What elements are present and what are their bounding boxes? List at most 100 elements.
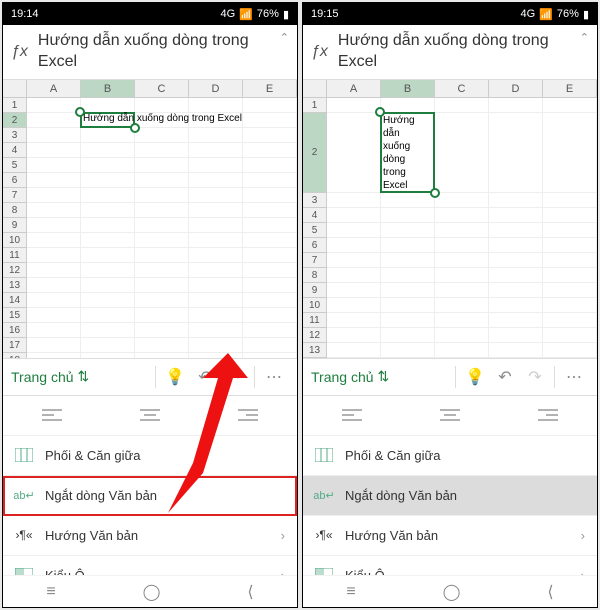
cell[interactable] — [81, 158, 135, 173]
cell[interactable] — [435, 113, 489, 193]
text-direction-button[interactable]: ›¶« Hướng Văn bản › — [3, 516, 297, 556]
cell[interactable] — [543, 208, 597, 223]
cell[interactable] — [543, 98, 597, 113]
cell[interactable] — [135, 188, 189, 203]
cell[interactable] — [135, 323, 189, 338]
cell[interactable] — [381, 238, 435, 253]
cell[interactable] — [243, 338, 297, 353]
row-header[interactable]: 10 — [3, 233, 27, 248]
cell[interactable] — [543, 343, 597, 358]
cell[interactable] — [243, 173, 297, 188]
cell[interactable] — [381, 343, 435, 358]
cell[interactable] — [489, 193, 543, 208]
cell[interactable] — [81, 353, 135, 358]
nav-recent-icon[interactable]: ≡ — [346, 583, 355, 601]
cell[interactable] — [27, 233, 81, 248]
cell[interactable] — [27, 338, 81, 353]
cell[interactable] — [189, 233, 243, 248]
column-header[interactable]: C — [435, 80, 489, 98]
cell[interactable] — [435, 268, 489, 283]
row-header[interactable]: 4 — [303, 208, 327, 223]
cell[interactable] — [243, 218, 297, 233]
lightbulb-icon[interactable]: 💡 — [160, 367, 190, 387]
cell[interactable] — [189, 323, 243, 338]
nav-home-icon[interactable]: ◯ — [443, 582, 461, 602]
merge-center-button[interactable]: Phối & Căn giữa — [303, 436, 597, 476]
cell[interactable] — [81, 128, 135, 143]
cell[interactable] — [327, 343, 381, 358]
cell[interactable] — [381, 283, 435, 298]
cell[interactable] — [435, 223, 489, 238]
cell[interactable] — [27, 293, 81, 308]
cell[interactable] — [327, 208, 381, 223]
align-left-button[interactable] — [303, 396, 401, 435]
cell[interactable] — [189, 143, 243, 158]
cell[interactable] — [135, 248, 189, 263]
cell[interactable] — [243, 278, 297, 293]
cell[interactable] — [381, 328, 435, 343]
cell[interactable] — [27, 113, 81, 128]
cell[interactable] — [543, 223, 597, 238]
cell[interactable] — [81, 248, 135, 263]
cell[interactable] — [81, 293, 135, 308]
cell[interactable] — [27, 308, 81, 323]
cell[interactable] — [327, 283, 381, 298]
row-header[interactable]: 1 — [3, 98, 27, 113]
cell[interactable] — [327, 238, 381, 253]
row-header[interactable]: 11 — [3, 248, 27, 263]
cell[interactable] — [189, 203, 243, 218]
formula-text[interactable]: Hướng dẫn xuống dòng trong Excel — [338, 31, 570, 73]
cell[interactable] — [489, 253, 543, 268]
cell[interactable] — [135, 278, 189, 293]
row-header[interactable]: 12 — [3, 263, 27, 278]
cell[interactable] — [243, 323, 297, 338]
row-header[interactable]: 11 — [303, 313, 327, 328]
cell[interactable] — [381, 223, 435, 238]
cell[interactable] — [543, 268, 597, 283]
nav-back-icon[interactable]: ⟨ — [547, 582, 553, 602]
more-icon[interactable]: ⋯ — [559, 367, 589, 387]
cell[interactable] — [243, 203, 297, 218]
row-header[interactable]: 13 — [303, 343, 327, 358]
cell[interactable] — [135, 158, 189, 173]
formula-bar[interactable]: ƒx Hướng dẫn xuống dòng trong Excel ⌃ — [303, 25, 597, 80]
cell[interactable] — [489, 268, 543, 283]
row-header[interactable]: 1 — [303, 98, 327, 113]
cell[interactable] — [81, 323, 135, 338]
align-center-button[interactable] — [101, 396, 199, 435]
cell[interactable] — [489, 238, 543, 253]
row-header[interactable]: 9 — [3, 218, 27, 233]
row-header[interactable]: 17 — [3, 338, 27, 353]
cell[interactable] — [243, 233, 297, 248]
cell[interactable] — [189, 158, 243, 173]
cell[interactable] — [243, 98, 297, 113]
grid[interactable] — [27, 98, 297, 358]
row-header[interactable]: 5 — [3, 158, 27, 173]
cell[interactable] — [435, 313, 489, 328]
cell[interactable] — [189, 263, 243, 278]
row-header[interactable]: 6 — [303, 238, 327, 253]
cell[interactable] — [243, 308, 297, 323]
lightbulb-icon[interactable]: 💡 — [460, 367, 490, 387]
cell[interactable] — [27, 323, 81, 338]
cell[interactable] — [435, 238, 489, 253]
row-header[interactable]: 15 — [3, 308, 27, 323]
align-left-button[interactable] — [3, 396, 101, 435]
row-header[interactable]: 12 — [303, 328, 327, 343]
row-header[interactable]: 7 — [3, 188, 27, 203]
row-header[interactable]: 3 — [303, 193, 327, 208]
cell[interactable] — [489, 283, 543, 298]
column-header[interactable]: E — [243, 80, 297, 98]
cell[interactable] — [81, 188, 135, 203]
cell[interactable] — [27, 203, 81, 218]
cell[interactable] — [135, 308, 189, 323]
cell[interactable] — [27, 128, 81, 143]
cell[interactable] — [543, 313, 597, 328]
cell[interactable] — [381, 268, 435, 283]
cell[interactable] — [135, 263, 189, 278]
cell[interactable] — [189, 308, 243, 323]
cell[interactable] — [189, 98, 243, 113]
cell[interactable] — [381, 193, 435, 208]
undo-icon[interactable]: ↶ — [190, 367, 220, 387]
cell[interactable] — [81, 98, 135, 113]
